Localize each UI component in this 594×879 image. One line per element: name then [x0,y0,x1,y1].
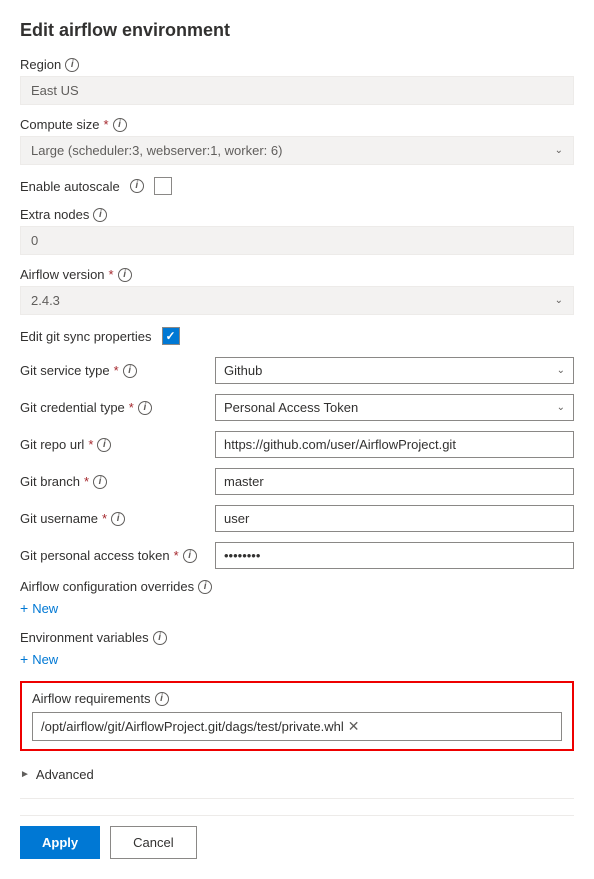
autoscale-label: Enable autoscale [20,179,120,194]
git-credential-type-label: Git credential type [20,400,125,415]
region-group: Region i East US [20,57,574,105]
airflow-version-required: * [109,267,114,282]
airflow-req-info-icon[interactable]: i [155,692,169,706]
git-credential-type-chevron-icon: ⌄ [557,402,565,413]
git-branch-required: * [84,474,89,489]
advanced-label: Advanced [36,767,94,782]
airflow-config-plus-icon: + [20,600,28,616]
git-credential-type-dropdown[interactable]: Personal Access Token ⌄ [215,394,574,421]
airflow-config-new-label: New [32,601,58,616]
git-repo-url-required: * [88,437,93,452]
git-sync-label: Edit git sync properties [20,329,152,344]
env-vars-label: Environment variables [20,630,149,645]
git-username-input[interactable] [215,505,574,532]
git-service-type-chevron-icon: ⌄ [557,365,565,376]
env-vars-new-button[interactable]: + New [20,649,574,669]
compute-size-group: Compute size * i Large (scheduler:3, web… [20,117,574,165]
airflow-version-value: 2.4.3 [31,293,60,308]
git-service-type-label: Git service type [20,363,110,378]
region-info-icon[interactable]: i [65,58,79,72]
git-branch-info-icon[interactable]: i [93,475,107,489]
region-label: Region [20,57,61,72]
airflow-config-label: Airflow configuration overrides [20,579,194,594]
airflow-req-label: Airflow requirements [32,691,151,706]
compute-size-dropdown[interactable]: Large (scheduler:3, webserver:1, worker:… [20,136,574,165]
compute-size-info-icon[interactable]: i [113,118,127,132]
airflow-version-info-icon[interactable]: i [118,268,132,282]
compute-size-label: Compute size [20,117,99,132]
footer-divider [20,798,574,799]
extra-nodes-label: Extra nodes [20,207,89,222]
airflow-config-info-icon[interactable]: i [198,580,212,594]
extra-nodes-value: 0 [20,226,574,255]
git-service-type-dropdown[interactable]: Github ⌄ [215,357,574,384]
git-username-info-icon[interactable]: i [111,512,125,526]
git-sync-checkbox[interactable]: ✓ [162,327,180,345]
git-username-required: * [102,511,107,526]
autoscale-info-icon[interactable]: i [130,179,144,193]
advanced-section[interactable]: ► Advanced [20,761,574,788]
git-pat-label: Git personal access token [20,548,170,563]
footer: Apply Cancel [20,815,574,859]
autoscale-group: Enable autoscale i [20,177,574,195]
git-branch-group: Git branch * i [20,468,574,495]
advanced-chevron-icon: ► [20,769,30,780]
git-credential-type-value: Personal Access Token [224,400,358,415]
env-vars-new-label: New [32,652,58,667]
airflow-version-label: Airflow version [20,267,105,282]
airflow-version-dropdown[interactable]: 2.4.3 ⌄ [20,286,574,315]
git-repo-url-info-icon[interactable]: i [97,438,111,452]
extra-nodes-info-icon[interactable]: i [93,208,107,222]
git-repo-url-group: Git repo url * i [20,431,574,458]
git-sync-group: Edit git sync properties ✓ [20,327,574,345]
airflow-requirements-section: Airflow requirements i /opt/airflow/git/… [20,681,574,751]
region-value: East US [20,76,574,105]
git-credential-type-group: Git credential type * i Personal Access … [20,394,574,421]
git-credential-type-required: * [129,400,134,415]
airflow-req-tag-value: /opt/airflow/git/AirflowProject.git/dags… [41,719,344,734]
page-title: Edit airflow environment [20,20,574,41]
compute-size-chevron-icon: ⌄ [555,145,563,156]
git-repo-url-input[interactable] [215,431,574,458]
apply-button[interactable]: Apply [20,826,100,859]
git-repo-url-label: Git repo url [20,437,84,452]
git-credential-type-info-icon[interactable]: i [138,401,152,415]
git-service-type-value: Github [224,363,262,378]
git-pat-input[interactable] [215,542,574,569]
cancel-button[interactable]: Cancel [110,826,196,859]
airflow-version-chevron-icon: ⌄ [555,295,563,306]
git-branch-label: Git branch [20,474,80,489]
git-service-type-info-icon[interactable]: i [123,364,137,378]
airflow-config-overrides-group: Airflow configuration overrides i + New [20,579,574,618]
git-username-label: Git username [20,511,98,526]
git-service-type-group: Git service type * i Github ⌄ [20,357,574,384]
git-branch-input[interactable] [215,468,574,495]
autoscale-checkbox[interactable] [154,177,172,195]
extra-nodes-group: Extra nodes i 0 [20,207,574,255]
env-vars-plus-icon: + [20,651,28,667]
airflow-req-remove-button[interactable]: ✕ [348,718,360,735]
airflow-config-new-button[interactable]: + New [20,598,574,618]
compute-size-value: Large (scheduler:3, webserver:1, worker:… [31,143,282,158]
env-vars-info-icon[interactable]: i [153,631,167,645]
airflow-version-group: Airflow version * i 2.4.3 ⌄ [20,267,574,315]
git-pat-group: Git personal access token * i [20,542,574,569]
git-pat-info-icon[interactable]: i [183,549,197,563]
checkmark-icon: ✓ [165,329,175,343]
env-vars-group: Environment variables i + New [20,630,574,669]
git-pat-required: * [174,548,179,563]
airflow-req-tag: /opt/airflow/git/AirflowProject.git/dags… [41,718,359,735]
git-username-group: Git username * i [20,505,574,532]
airflow-req-input-row: /opt/airflow/git/AirflowProject.git/dags… [32,712,562,741]
git-service-type-required: * [114,363,119,378]
compute-size-required: * [103,117,108,132]
